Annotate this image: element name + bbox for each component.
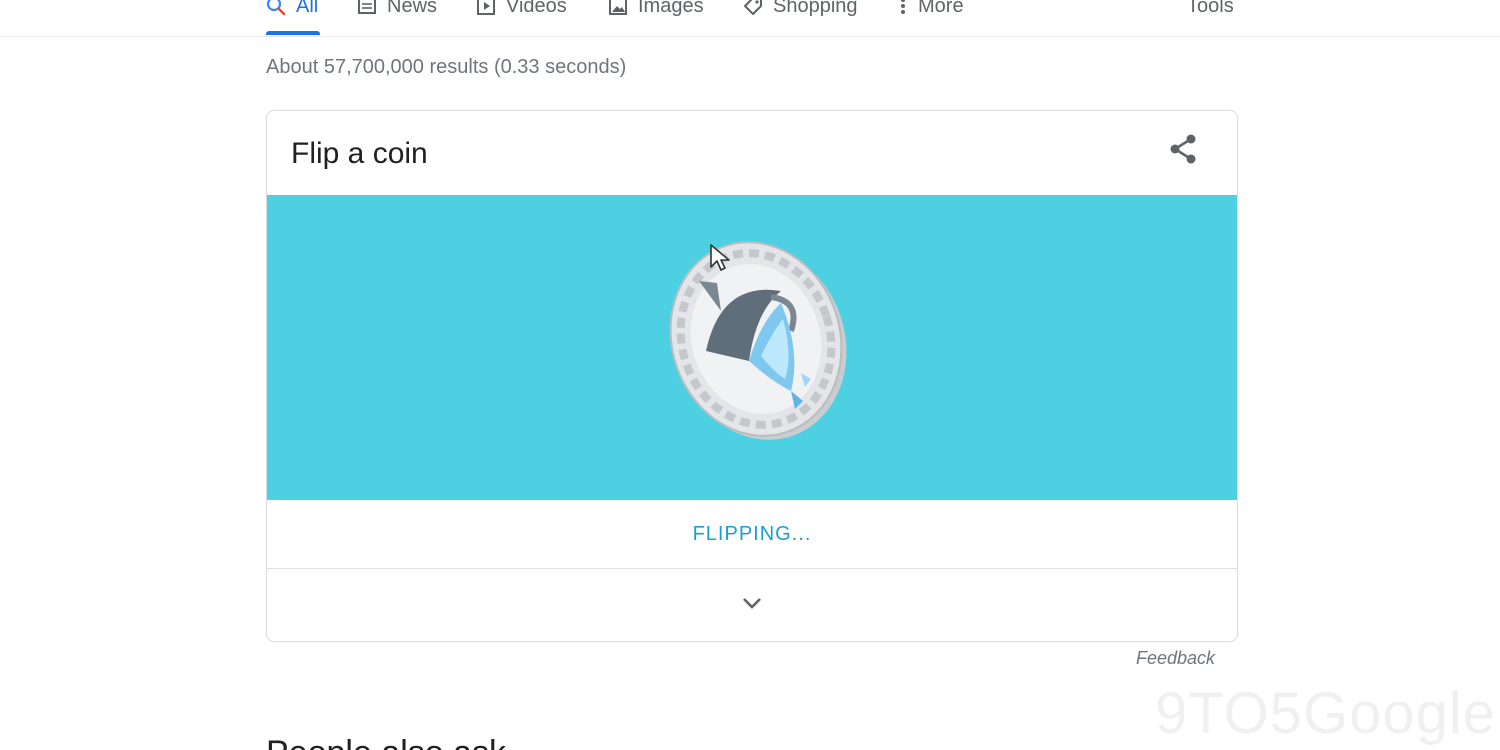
mouse-cursor-icon	[709, 243, 731, 273]
coin-flip-card: Flip a coin FLIPPING...	[266, 110, 1238, 642]
search-tabs-bar: All News Videos Images Shopping More Too…	[0, 0, 1500, 37]
feedback-link[interactable]: Feedback	[1136, 648, 1215, 669]
news-icon	[357, 0, 377, 16]
search-results-page: All News Videos Images Shopping More Too…	[0, 0, 1500, 750]
tab-images-label: Images	[638, 0, 704, 17]
tab-shopping[interactable]: Shopping	[743, 0, 858, 24]
active-tab-indicator	[266, 31, 320, 35]
tab-all[interactable]: All	[266, 0, 318, 24]
tab-videos[interactable]: Videos	[476, 0, 567, 24]
tab-images[interactable]: Images	[608, 0, 704, 24]
share-button[interactable]	[1165, 133, 1201, 169]
tab-more-label: More	[918, 0, 964, 17]
share-icon	[1167, 133, 1199, 170]
card-title: Flip a coin	[291, 137, 428, 170]
people-also-ask-heading: People also ask	[266, 734, 506, 750]
play-icon	[476, 0, 496, 16]
flip-status: FLIPPING...	[267, 500, 1237, 569]
tools-button[interactable]: Tools	[1187, 0, 1234, 24]
tab-news[interactable]: News	[357, 0, 437, 24]
tab-more[interactable]: More	[898, 0, 964, 24]
coin-stage[interactable]	[267, 195, 1237, 500]
tools-label: Tools	[1187, 0, 1234, 17]
chevron-down-icon	[741, 596, 763, 615]
tab-news-label: News	[387, 0, 438, 17]
image-icon	[608, 0, 628, 16]
tag-icon	[743, 0, 763, 16]
coin-icon	[661, 241, 851, 441]
tab-videos-label: Videos	[506, 0, 567, 17]
more-vert-icon	[898, 0, 908, 16]
tab-all-label: All	[296, 0, 319, 17]
tab-shopping-label: Shopping	[773, 0, 858, 17]
result-stats: About 57,700,000 results (0.33 seconds)	[266, 56, 627, 78]
search-icon	[266, 0, 286, 16]
expand-button[interactable]	[267, 569, 1237, 641]
watermark-logo: 9TO5Google	[1155, 681, 1497, 746]
